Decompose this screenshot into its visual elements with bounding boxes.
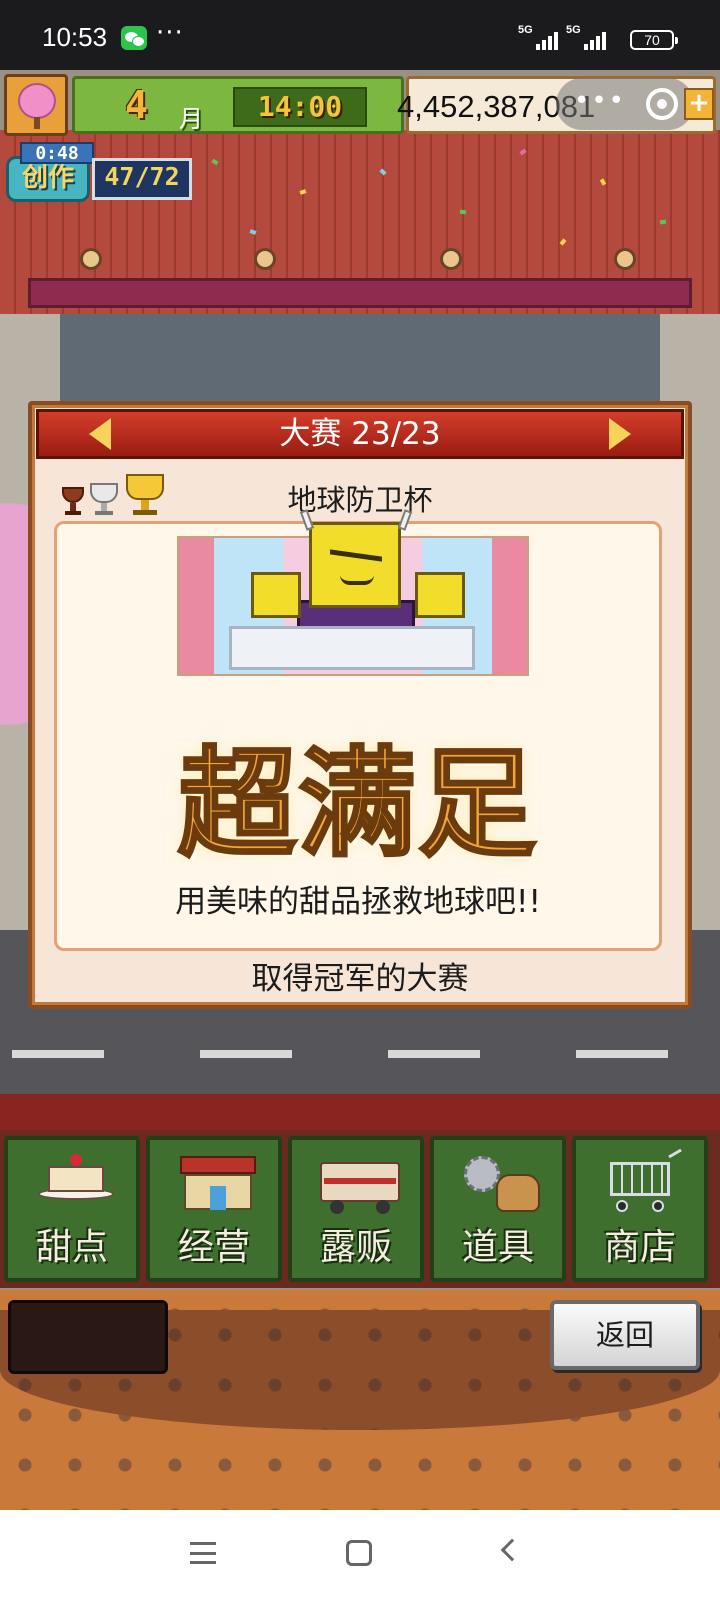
- food-truck-icon: [318, 1152, 402, 1224]
- menu-items-button[interactable]: 道具: [430, 1136, 566, 1282]
- create-count: 47/72: [92, 158, 192, 200]
- status-bar: 10:53 ··· 5G 5G 70: [0, 0, 720, 70]
- more-notifications-icon: ···: [156, 18, 184, 48]
- roof-bolt: [80, 248, 102, 270]
- back-button[interactable]: 返回: [550, 1300, 700, 1370]
- signal-5g-icon: 5G: [518, 24, 562, 50]
- lane-marking: [576, 1050, 668, 1058]
- lane-marking: [388, 1050, 480, 1058]
- cherry-blossom-icon: [18, 83, 56, 119]
- menu-sweets-button[interactable]: 甜点: [4, 1136, 140, 1282]
- boss-mouth: [340, 575, 374, 585]
- menu-stall-label: 露贩: [319, 1227, 392, 1268]
- cake-icon: [34, 1152, 118, 1224]
- battery-icon: 70: [630, 30, 678, 50]
- bottom-menu: 甜点 经营 露贩 道具 商店: [0, 1130, 720, 1288]
- contest-footer: 取得冠军的大赛: [251, 961, 469, 997]
- home-icon[interactable]: [346, 1540, 372, 1566]
- add-money-button[interactable]: +: [684, 88, 714, 120]
- lane-marking: [12, 1050, 104, 1058]
- next-contest-arrow-icon[interactable]: [609, 418, 631, 450]
- month-number: 4: [125, 83, 148, 127]
- create-timer: 0:48: [20, 142, 94, 164]
- judge-table: [229, 626, 475, 670]
- tree-trunk: [34, 117, 40, 129]
- close-capsule-icon[interactable]: [646, 88, 678, 120]
- menu-shop-label: 商店: [603, 1227, 676, 1268]
- roof-bolt: [440, 248, 462, 270]
- contest-scene-image: [177, 509, 529, 676]
- menu-sweets-label: 甜点: [35, 1227, 108, 1268]
- tools-bag-icon: [460, 1152, 544, 1224]
- status-time: 10:53: [42, 22, 108, 52]
- shop-icon: [176, 1152, 260, 1224]
- minion-character: [251, 572, 301, 618]
- lane-marking: [200, 1050, 292, 1058]
- wechat-icon: [121, 26, 147, 50]
- menu-top-strip: [0, 1094, 720, 1130]
- roof-bolt: [614, 248, 636, 270]
- game-screen: 4 月 14:00 4,452,387,081 ••• + 创作 0:48 47…: [0, 70, 720, 1510]
- game-clock: 14:00: [233, 87, 367, 127]
- back-button-label: 返回: [595, 1318, 654, 1352]
- minion-character: [415, 572, 465, 618]
- info-slot: [8, 1300, 168, 1374]
- menu-manage-label: 经营: [177, 1227, 250, 1268]
- contest-panel: 大赛 23/23 地球防卫杯 超满足 用美味的甜品拯救地球吧!! 取得冠军的大赛: [28, 401, 692, 1009]
- menu-manage-button[interactable]: 经营: [146, 1136, 282, 1282]
- recent-apps-icon[interactable]: [190, 1542, 216, 1564]
- date-panel: 4 月 14:00: [72, 76, 404, 134]
- cart-icon: [602, 1148, 686, 1224]
- confetti: [459, 209, 467, 215]
- menu-shop-button[interactable]: 商店: [572, 1136, 708, 1282]
- contest-detail: 超满足 用美味的甜品拯救地球吧!!: [54, 509, 662, 951]
- mini-program-capsule[interactable]: •••: [556, 78, 694, 130]
- cup-name: 地球防卫杯: [287, 483, 433, 517]
- menu-items-label: 道具: [461, 1227, 534, 1268]
- boss-character: [309, 522, 401, 608]
- more-icon[interactable]: •••: [574, 88, 626, 114]
- contest-title: 大赛 23/23: [279, 416, 441, 452]
- month-label: 月: [179, 105, 203, 133]
- signal-5g-icon: 5G: [566, 24, 610, 50]
- shop-avatar[interactable]: [4, 74, 68, 136]
- system-nav-bar: [0, 1510, 720, 1600]
- result-rating: 超满足: [176, 734, 538, 875]
- back-icon[interactable]: [500, 1538, 524, 1562]
- boss-eyes: [330, 549, 382, 567]
- create-status[interactable]: 创作 0:48 47/72: [6, 142, 192, 204]
- roof-bolt: [254, 248, 276, 270]
- contest-description: 用美味的甜品拯救地球吧!!: [175, 884, 541, 920]
- shop-awning: [28, 278, 692, 308]
- contest-header: 大赛 23/23: [36, 409, 684, 459]
- menu-stall-button[interactable]: 露贩: [288, 1136, 424, 1282]
